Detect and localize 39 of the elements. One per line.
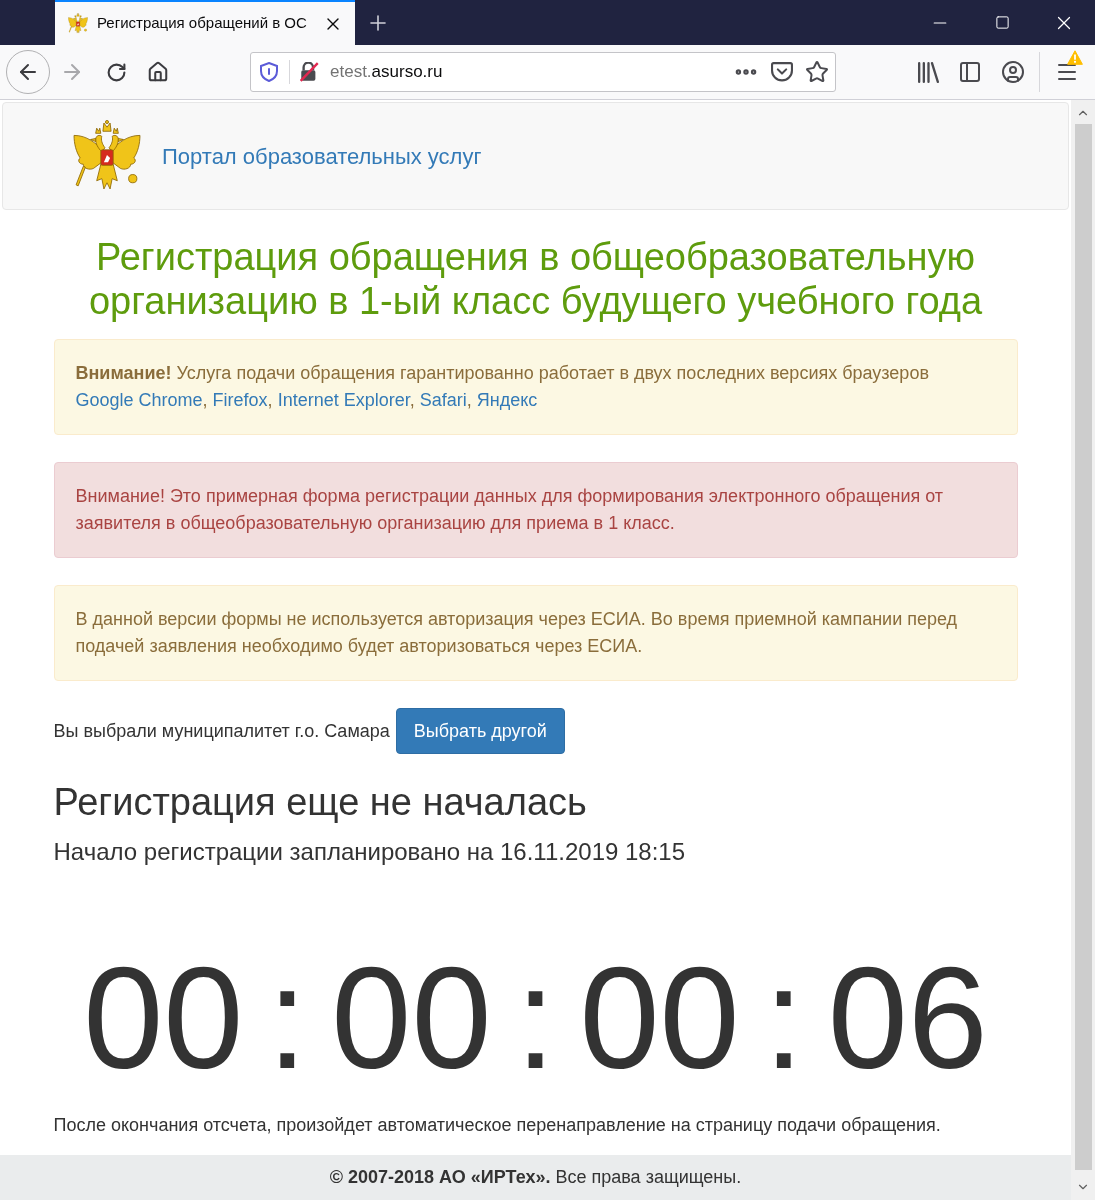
municipality-text: Вы выбрали муниципалитет г.о. Самара [53,719,390,743]
maximize-icon[interactable] [994,15,1010,30]
crossed-lock-icon[interactable] [300,62,319,82]
countdown-separator: : [267,947,308,1091]
page-title: Регистрация обращения в общеобразовательную организацию в 1-ый класс будущего учебного года [87,235,984,323]
countdown-digits: 00 [331,947,492,1091]
countdown-separator: : [515,947,556,1091]
choose-another-button[interactable]: Выбрать другой [395,708,565,754]
redirect-note: После окончания отсчета, произойдет автоматическое перенаправление на страницу подачи обращения. [53,1114,942,1137]
alert-text: Внимание! Услуга подачи обращения гарантированно работает в двух последних версиях браузеров Google Chrome, Firefox, Internet Explorer, Safari, Яндекс [75,362,930,412]
countdown-digits: 06 [827,947,988,1091]
portal-brand-link[interactable]: Портал образовательных услуг [162,139,482,173]
copyright-text: © 2007-2018 АО «ИРТех». Все права защищены. [329,1166,742,1189]
browser-tab[interactable]: Регистрация обращений в ОС [55,0,355,45]
eagle-emblem-icon [68,13,88,34]
countdown-separator: : [763,947,804,1091]
star-icon[interactable] [805,60,829,84]
countdown-digits: 00 [579,947,740,1091]
back-button[interactable] [6,50,50,94]
scrollbar-thumb[interactable] [1074,124,1092,1170]
browser-link[interactable]: Firefox [212,390,268,410]
reload-icon[interactable] [105,61,127,83]
status-subheading: Начало регистрации запланировано на 16.11.2019 18:15 [53,837,687,867]
browser-link[interactable]: Safari [419,390,467,410]
countdown-digits: 00 [83,947,244,1091]
chevron-shield-icon[interactable] [771,62,793,82]
browser-link[interactable]: Яндекс [476,390,538,410]
home-icon[interactable] [147,61,169,83]
shield-icon[interactable] [260,62,278,82]
account-icon[interactable] [1001,60,1025,84]
url-text: etest.asurso.ru [330,61,443,84]
browser-link[interactable]: Google Chrome [75,390,203,410]
alert-text: Внимание! Это примерная форма регистрации данных для формирования электронного обращения от заявителя в общеобразовательную организацию для приема в 1 класс. [75,485,945,535]
address-field[interactable]: etest.asurso.ru [250,52,836,92]
bookshelf-icon[interactable] [918,61,939,83]
status-heading: Регистрация еще не началась [53,780,588,824]
sidebar-icon[interactable] [958,60,982,84]
browser-link[interactable]: Internet Explorer [277,390,410,410]
alert-text: В данной версии формы не используется авторизация через ЕСИА. Во время приемной кампании перед подачей заявления необходимо будет авторизоваться через ЕСИА. [75,608,959,658]
